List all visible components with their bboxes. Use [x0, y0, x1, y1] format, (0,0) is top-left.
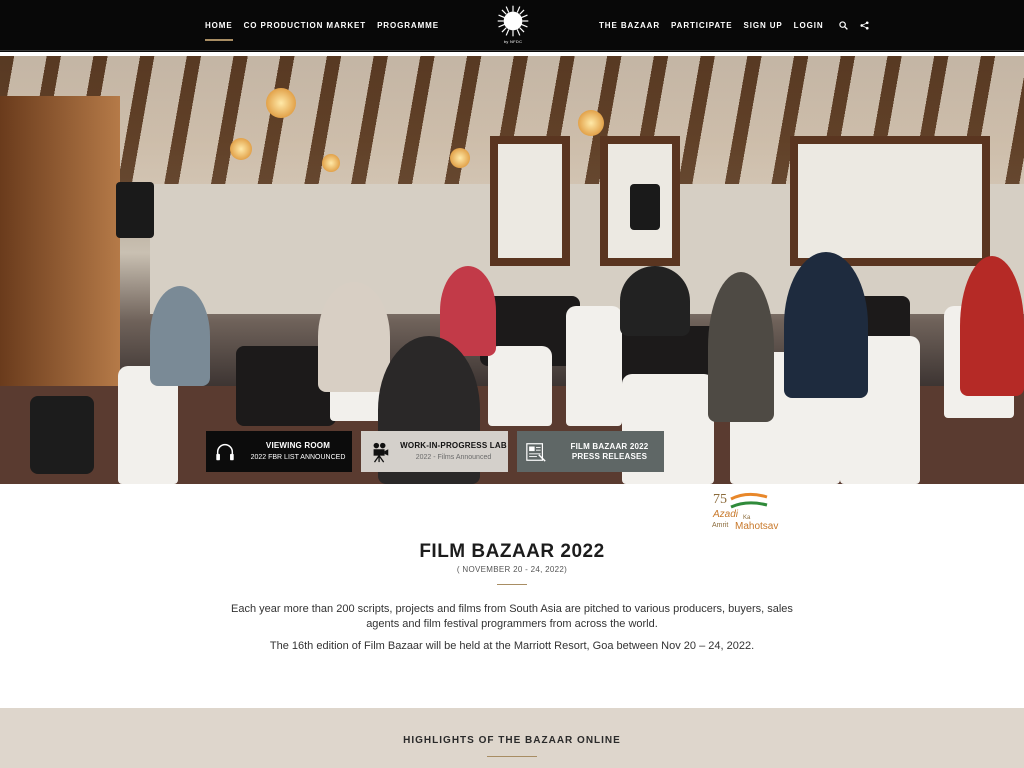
- intro-paragraph: Each year more than 200 scripts, project…: [231, 603, 793, 630]
- press-releases-title: FILM BAZAAR 2022: [570, 441, 649, 451]
- work-in-progress-lab-text: WORK-IN-PROGRESS LAB 2022 - Films Announ…: [399, 441, 508, 463]
- hero-speaker: [116, 182, 154, 238]
- nav-sign-up[interactable]: SIGN UP: [743, 21, 782, 30]
- hero-lamp: [322, 154, 340, 172]
- viewing-room-button[interactable]: VIEWING ROOM 2022 FBR LIST ANNOUNCED: [206, 431, 352, 472]
- hero-lamp: [266, 88, 296, 118]
- hero-lamp: [230, 138, 252, 160]
- hero-lamp: [578, 110, 604, 136]
- share-icon[interactable]: [858, 18, 872, 32]
- event-dates: ( NOVEMBER 20 - 24, 2022): [456, 565, 568, 574]
- press-releases-subtitle: PRESS RELEASES: [571, 451, 648, 461]
- viewing-room-title: VIEWING ROOM: [265, 440, 331, 450]
- hero-lamp: [450, 148, 470, 168]
- azadi-ka-amrit-mahotsav-logo: 75 Azadi Ka Amrit Mahotsav: [711, 489, 785, 533]
- azadi-number: 75: [713, 492, 727, 507]
- hero-person: [960, 256, 1024, 396]
- azadi-amrit: Amrit: [712, 522, 728, 529]
- hero-person: [708, 272, 774, 422]
- nav-home[interactable]: HOME: [205, 21, 233, 41]
- nav-the-bazaar[interactable]: THE BAZAAR: [599, 21, 660, 30]
- hero-window: [490, 136, 570, 266]
- press-releases-text: FILM BAZAAR 2022 PRESS RELEASES: [555, 442, 664, 462]
- azadi-logo-icon: 75 Azadi Ka Amrit Mahotsav: [712, 492, 778, 532]
- hero-chair: [566, 306, 622, 426]
- search-icon[interactable]: [837, 18, 851, 32]
- hero-person: [784, 252, 868, 398]
- press-releases-button[interactable]: FILM BAZAAR 2022 PRESS RELEASES: [517, 431, 664, 472]
- highlights-divider: [487, 756, 537, 757]
- top-navigation-bar: HOME CO PRODUCTION MARKET PROGRAMME by N…: [0, 0, 1024, 52]
- azadi-word: Azadi: [712, 509, 739, 520]
- hero-person: [150, 286, 210, 386]
- hero-person: [620, 266, 690, 336]
- logo-subtitle: by NFDC: [503, 39, 523, 44]
- hero-backpack: [30, 396, 94, 474]
- viewing-room-text: VIEWING ROOM 2022 FBR LIST ANNOUNCED: [244, 441, 352, 463]
- venue-paragraph: The 16th edition of Film Bazaar will be …: [269, 640, 755, 652]
- work-in-progress-lab-button[interactable]: WORK-IN-PROGRESS LAB 2022 - Films Announ…: [361, 431, 508, 472]
- press-release-icon: [523, 439, 549, 465]
- nav-login[interactable]: LOGIN: [794, 21, 824, 30]
- work-in-progress-lab-subtitle: 2022 - Films Announced: [415, 453, 492, 461]
- hero-chair: [488, 346, 552, 426]
- nav-divider-line: [0, 50, 1024, 51]
- film-bazaar-logo-icon: [497, 5, 529, 37]
- highlights-section: HIGHLIGHTS OF THE BAZAAR ONLINE: [0, 708, 1024, 768]
- hero-photo-banner: VIEWING ROOM 2022 FBR LIST ANNOUNCED WOR…: [0, 56, 1024, 484]
- highlights-heading: HIGHLIGHTS OF THE BAZAAR ONLINE: [403, 735, 621, 746]
- film-camera-icon: [367, 439, 393, 465]
- viewing-room-subtitle: 2022 FBR LIST ANNOUNCED: [250, 453, 346, 461]
- primary-nav-left: HOME CO PRODUCTION MARKET PROGRAMME: [205, 0, 450, 50]
- hero-person: [318, 282, 390, 392]
- azadi-mahotsav: Mahotsav: [735, 521, 778, 532]
- nav-co-production-market[interactable]: CO PRODUCTION MARKET: [244, 21, 366, 30]
- headphones-icon: [212, 439, 238, 465]
- nav-programme[interactable]: PROGRAMME: [377, 21, 439, 30]
- work-in-progress-lab-title: WORK-IN-PROGRESS LAB: [400, 440, 507, 450]
- page-title: FILM BAZAAR 2022: [419, 541, 605, 562]
- hero-speaker: [630, 184, 660, 230]
- film-bazaar-logo[interactable]: by NFDC: [494, 4, 532, 48]
- title-divider: [497, 584, 527, 585]
- nav-participate[interactable]: PARTICIPATE: [671, 21, 732, 30]
- hero-window: [790, 136, 990, 266]
- primary-nav-right: THE BAZAAR PARTICIPATE SIGN UP LOGIN: [599, 0, 877, 50]
